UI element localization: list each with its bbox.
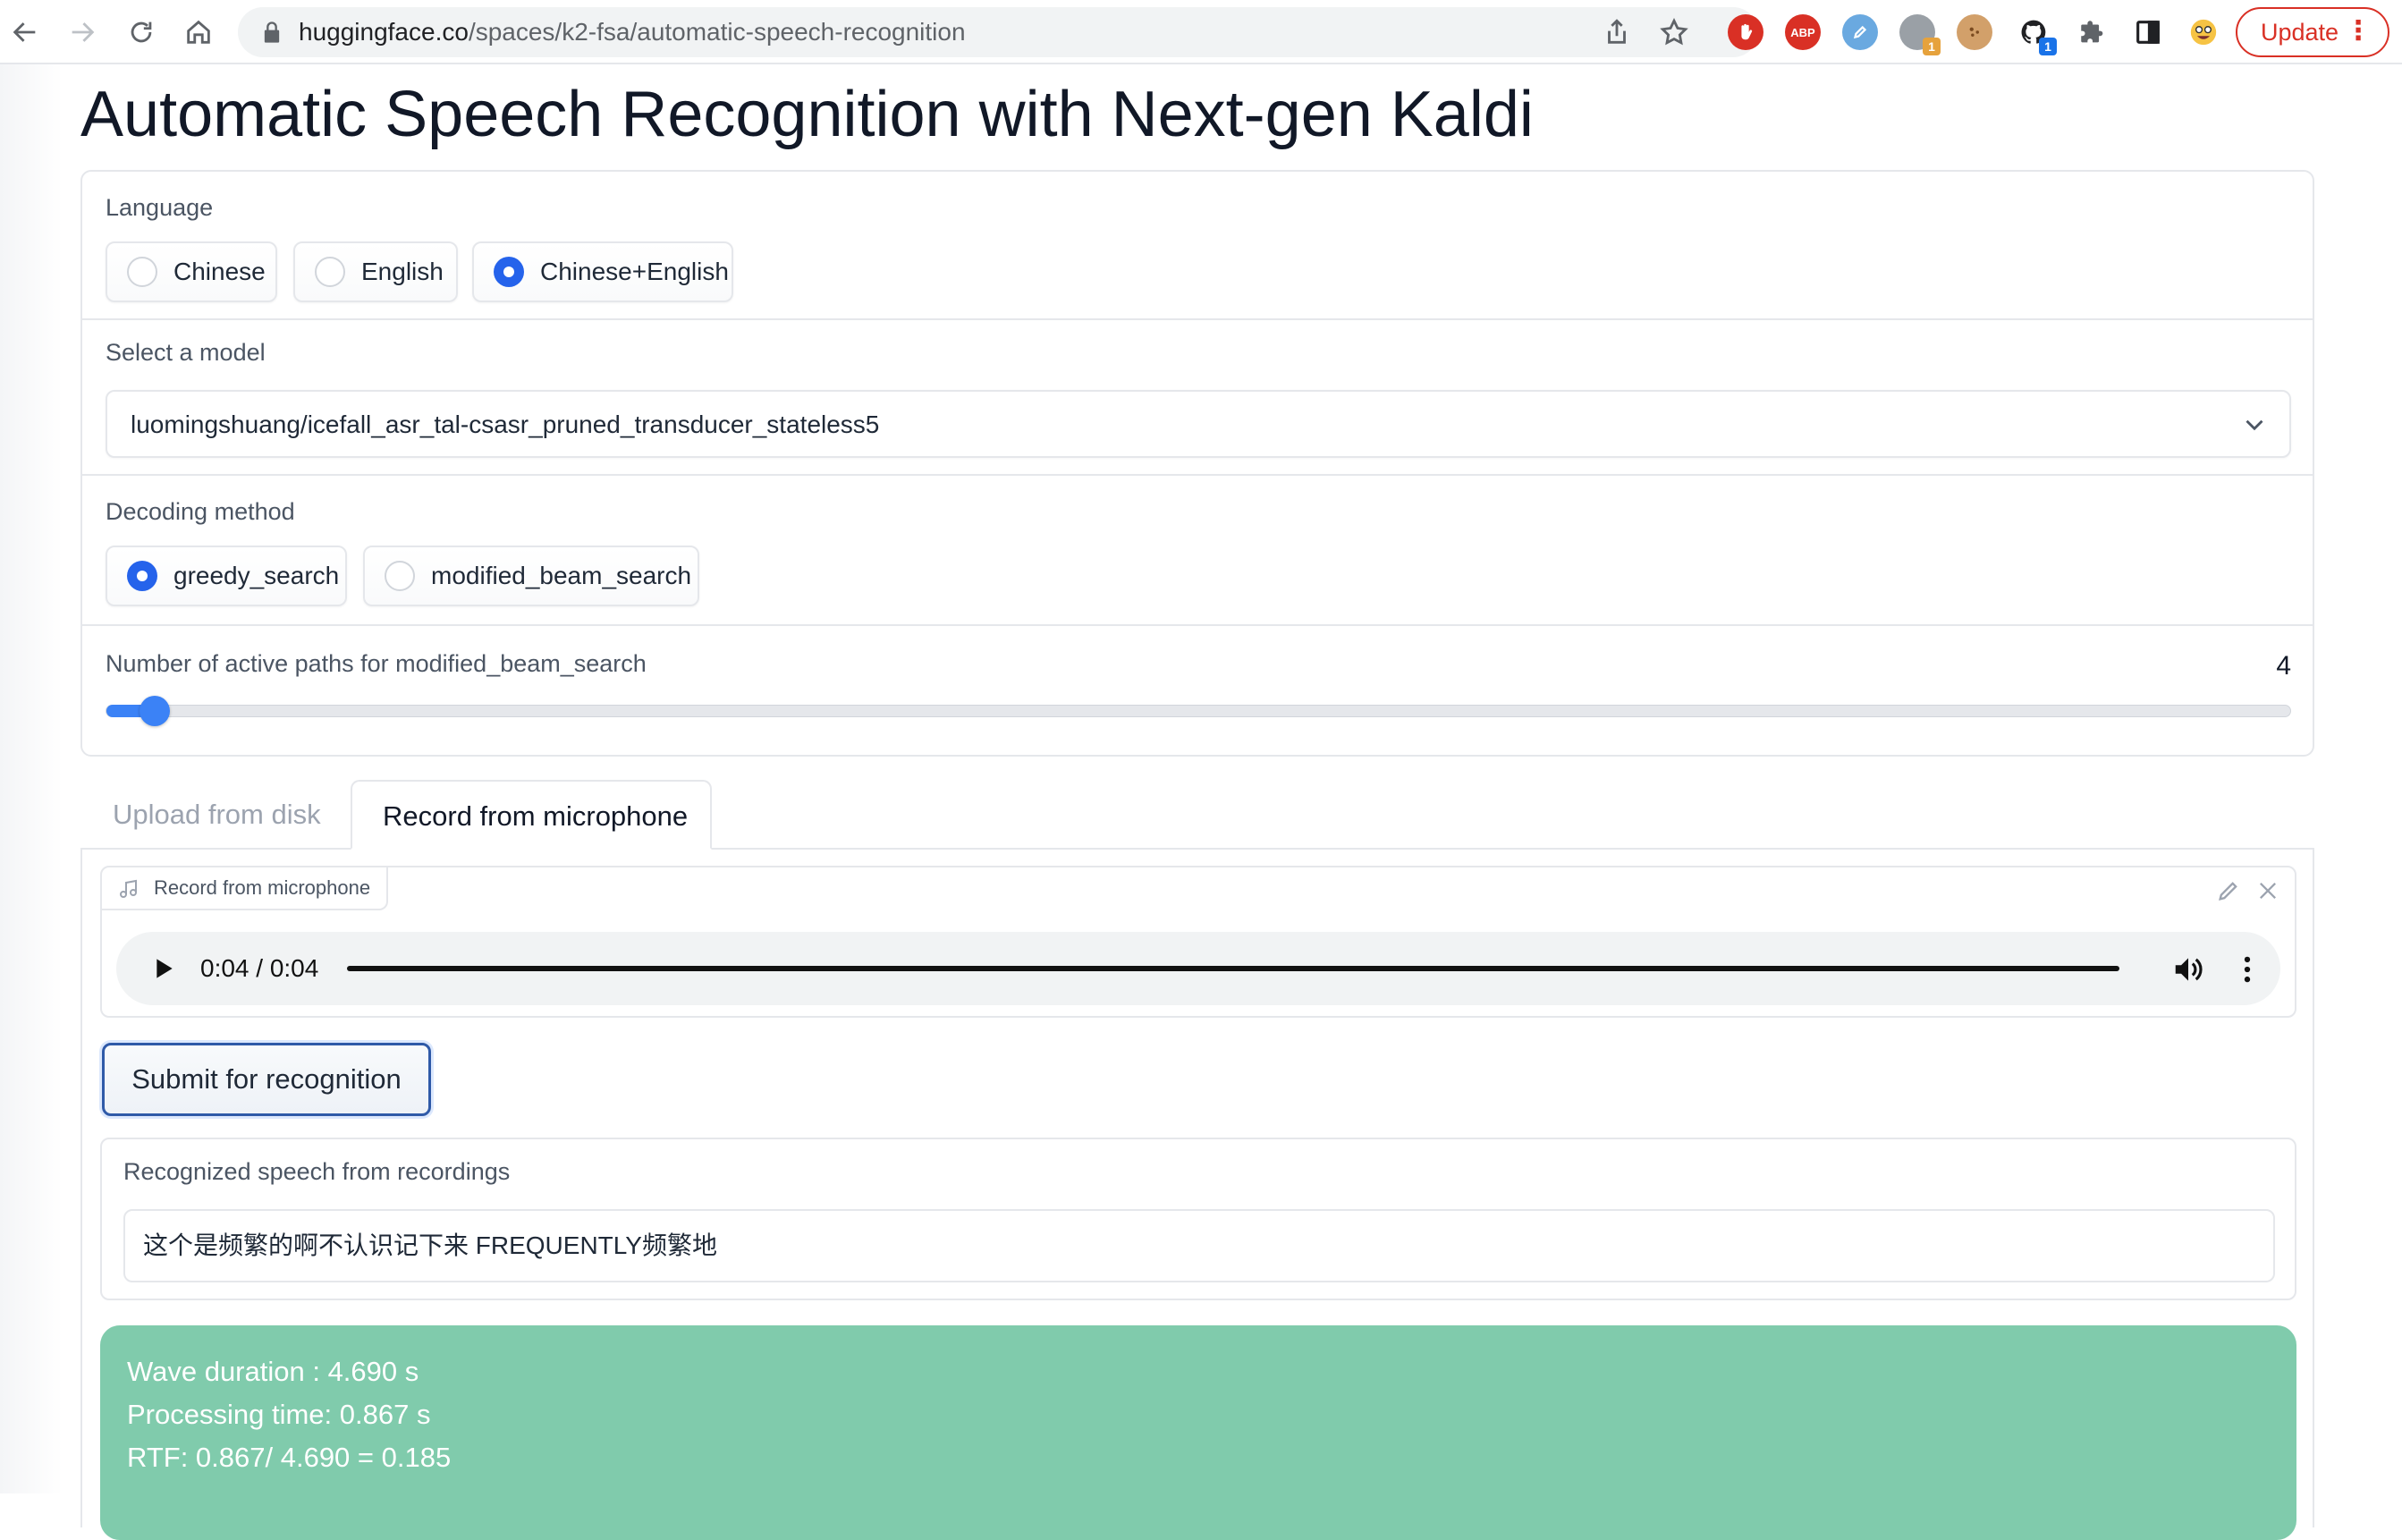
active-paths-value: 4 — [2276, 651, 2291, 681]
url-text: huggingface.co/spaces/k2-fsa/automatic-s… — [299, 20, 966, 45]
extension-gray-icon[interactable]: 1 — [1899, 14, 1941, 55]
recognized-text-field[interactable]: 这个是频繁的啊不认识记下来 FREQUENTLY频繁地 — [123, 1209, 2275, 1282]
github-badge: 1 — [2039, 38, 2057, 55]
radio-circle-checked — [494, 257, 524, 287]
radio-label: modified_beam_search — [431, 562, 692, 589]
play-icon[interactable] — [148, 954, 177, 983]
radio-circle — [385, 561, 415, 591]
puzzle-icon — [2081, 21, 2103, 43]
submit-for-recognition-button[interactable]: Submit for recognition — [102, 1043, 431, 1116]
decoding-block: Decoding method greedy_search modified_b… — [82, 476, 2313, 626]
update-button[interactable]: Update ⋮ — [2236, 7, 2389, 57]
reload-button[interactable] — [122, 13, 161, 52]
radio-greedy-search[interactable]: greedy_search — [106, 546, 347, 606]
settings-panel: Language Chinese English Chinese+English… — [80, 170, 2314, 757]
radio-modified-beam-search[interactable]: modified_beam_search — [363, 546, 699, 606]
share-icon — [1608, 19, 1626, 44]
decoding-label: Decoding method — [106, 498, 295, 525]
home-icon — [187, 20, 210, 44]
profile-avatar[interactable] — [2184, 13, 2223, 52]
extension-badge: 1 — [1923, 38, 1941, 55]
star-icon — [1660, 17, 1688, 46]
url-path: /spaces/k2-fsa/automatic-speech-recognit… — [468, 18, 966, 46]
audio-block: Record from microphone 0:04 / 0:04 — [100, 866, 2296, 1018]
page-gutter — [0, 64, 63, 1493]
tab-upload-from-disk[interactable]: Upload from disk — [113, 780, 321, 850]
forward-button[interactable] — [63, 13, 102, 52]
radio-language-chinese-english[interactable]: Chinese+English — [472, 241, 733, 302]
back-button[interactable] — [5, 13, 45, 52]
emoji-avatar-icon — [2190, 19, 2217, 46]
record-tab-panel: Record from microphone 0:04 / 0:04 Submi… — [80, 848, 2314, 1540]
chevron-down-icon — [2246, 419, 2263, 431]
page-title: Automatic Speech Recognition with Next-g… — [80, 79, 1534, 150]
processing-time-text: Processing time: 0.867 s — [127, 1399, 431, 1430]
more-options-icon[interactable] — [2230, 952, 2264, 986]
lock-icon — [264, 21, 280, 43]
forward-arrow-icon — [72, 22, 95, 42]
side-panel-button[interactable] — [2128, 13, 2168, 52]
language-block: Language Chinese English Chinese+English — [82, 172, 2313, 320]
model-label: Select a model — [106, 339, 266, 366]
radio-label: English — [361, 258, 444, 285]
home-button[interactable] — [179, 13, 218, 52]
music-note-icon — [120, 879, 137, 898]
url-host: huggingface.co — [299, 18, 469, 46]
audio-time: 0:04 / 0:04 — [200, 954, 319, 982]
edit-icon[interactable] — [2216, 878, 2241, 903]
result-block: Recognized speech from recordings 这个是频繁的… — [100, 1138, 2296, 1300]
cookie-dots-icon — [1969, 27, 1979, 37]
radio-circle-checked — [127, 561, 157, 591]
bookmark-button[interactable] — [1654, 13, 1694, 52]
address-bar[interactable]: huggingface.co/spaces/k2-fsa/automatic-s… — [238, 7, 1758, 57]
audio-progress-bar[interactable] — [347, 966, 2119, 971]
radio-label: Chinese — [173, 258, 266, 285]
audio-label-text: Record from microphone — [154, 876, 371, 899]
extensions-button[interactable] — [2073, 13, 2112, 52]
result-label: Recognized speech from recordings — [123, 1158, 511, 1185]
radio-label: Chinese+English — [540, 258, 729, 285]
reload-icon — [131, 21, 152, 43]
adblock-plus-text: ABP — [1790, 25, 1815, 39]
radio-circle — [315, 257, 345, 287]
radio-circle — [127, 257, 157, 287]
wave-duration-text: Wave duration : 4.690 s — [127, 1356, 419, 1387]
cookie-icon[interactable] — [1957, 14, 1992, 50]
slider-thumb[interactable] — [139, 696, 170, 726]
model-select-value: luomingshuang/icefall_asr_tal-csasr_prun… — [131, 410, 880, 438]
volume-icon[interactable] — [2171, 952, 2205, 986]
audio-label: Record from microphone — [102, 867, 389, 910]
timing-info-box: Wave duration : 4.690 s Processing time:… — [100, 1325, 2296, 1540]
github-icon[interactable]: 1 — [2016, 14, 2057, 55]
radio-language-english[interactable]: English — [293, 241, 458, 302]
update-label: Update — [2261, 18, 2339, 46]
active-paths-label: Number of active paths for modified_beam… — [106, 650, 647, 677]
share-button[interactable] — [1597, 13, 1637, 52]
pen-icon — [1853, 25, 1867, 39]
adblock-plus-icon[interactable]: ABP — [1785, 14, 1821, 50]
language-label: Language — [106, 194, 214, 221]
close-icon[interactable] — [2255, 878, 2280, 903]
hand-icon — [1741, 23, 1753, 40]
extension-blue-icon[interactable] — [1842, 14, 1878, 50]
radio-label: greedy_search — [173, 562, 340, 589]
active-paths-slider[interactable] — [106, 696, 2291, 726]
more-vert-icon: ⋮ — [2345, 16, 2372, 46]
side-panel-icon — [2136, 21, 2160, 44]
model-block: Select a model luomingshuang/icefall_asr… — [82, 320, 2313, 476]
model-select[interactable]: luomingshuang/icefall_asr_tal-csasr_prun… — [106, 390, 2291, 458]
audio-player: 0:04 / 0:04 — [116, 932, 2280, 1005]
browser-toolbar: huggingface.co/spaces/k2-fsa/automatic-s… — [0, 0, 2402, 64]
radio-language-chinese[interactable]: Chinese — [106, 241, 277, 302]
ublock-icon[interactable] — [1728, 14, 1763, 50]
back-arrow-icon — [13, 22, 36, 42]
tab-record-from-microphone[interactable]: Record from microphone — [351, 780, 712, 850]
rtf-text: RTF: 0.867/ 4.690 = 0.185 — [127, 1442, 452, 1473]
